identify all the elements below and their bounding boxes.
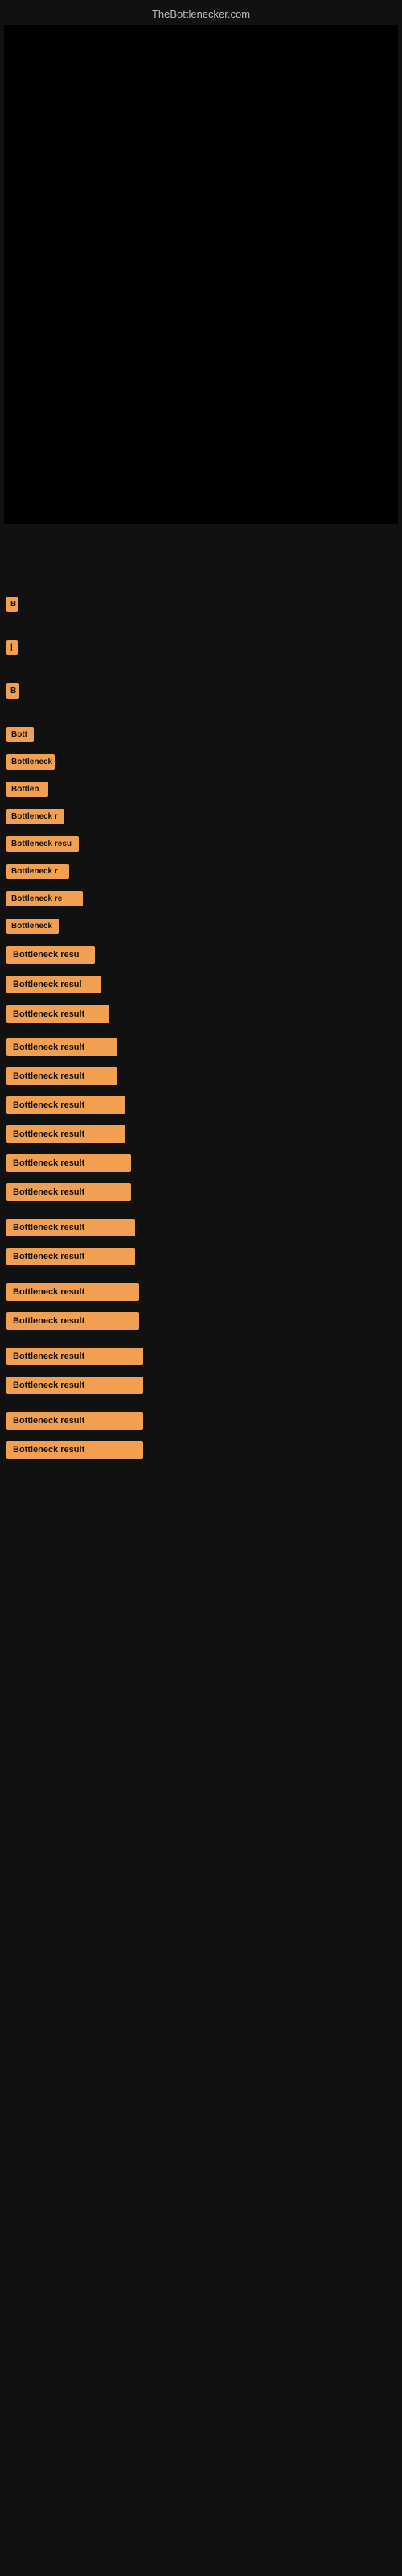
result-row-bottleneck-r: Bottleneck r [6, 809, 396, 828]
result-row-bottleneck-resu: Bottleneck resu [6, 836, 396, 856]
bottleneck-label-p2: Bottlen [6, 782, 48, 797]
bottleneck-label-7[interactable]: Bottleneck result [6, 1219, 135, 1236]
bottleneck-label-3[interactable]: Bottleneck result [6, 1096, 125, 1114]
bottleneck-label-9[interactable]: Bottleneck result [6, 1283, 139, 1301]
bottleneck-label-tiny1: B [6, 597, 18, 612]
bottleneck-label-12[interactable]: Bottleneck result [6, 1377, 143, 1394]
result-row-bottleneck-re: Bottleneck re [6, 891, 396, 910]
bottleneck-label-2[interactable]: Bottleneck result [6, 1067, 117, 1085]
result-row-10: Bottleneck result [6, 1312, 396, 1330]
bottleneck-label-1[interactable]: Bottleneck result [6, 1038, 117, 1056]
bottleneck-label-p3: Bottleneck r [6, 809, 64, 824]
results-section: B | B Bott Bottleneck Bottlen Bottleneck… [0, 524, 402, 1470]
result-row-4: Bottleneck result [6, 1125, 396, 1143]
bottleneck-label-tiny3: B [6, 683, 19, 699]
bottleneck-label-full3[interactable]: Bottleneck result [6, 1005, 109, 1023]
result-row-6: Bottleneck result [6, 1183, 396, 1201]
bottleneck-label-p4: Bottleneck resu [6, 836, 79, 852]
bottleneck-label-8[interactable]: Bottleneck result [6, 1248, 135, 1265]
bottleneck-label-tiny2: | [6, 640, 18, 655]
bottleneck-label-10[interactable]: Bottleneck result [6, 1312, 139, 1330]
result-row-14: Bottleneck result [6, 1441, 396, 1459]
bottleneck-label-p5: Bottleneck r [6, 864, 69, 879]
bottleneck-label-full1[interactable]: Bottleneck resu [6, 946, 95, 964]
result-row-2: Bottleneck result [6, 1067, 396, 1085]
result-row-11: Bottleneck result [6, 1348, 396, 1365]
result-row-1: Bottleneck result [6, 1038, 396, 1056]
result-row-full2: Bottleneck resul [6, 976, 396, 997]
bottleneck-label-11[interactable]: Bottleneck result [6, 1348, 143, 1365]
bottleneck-label-13[interactable]: Bottleneck result [6, 1412, 143, 1430]
result-row-full3: Bottleneck result [6, 1005, 396, 1027]
result-row-bottleneck-r2: Bottleneck r [6, 864, 396, 883]
result-row-7: Bottleneck result [6, 1219, 396, 1236]
bottleneck-label-p1: Bottleneck [6, 754, 55, 770]
result-row-3: Bottleneck result [6, 1096, 396, 1114]
result-row-bottlen: Bottlen [6, 782, 396, 801]
result-row-tiny2: | [6, 640, 396, 659]
result-row-tiny1: B [6, 597, 396, 616]
result-row-12: Bottleneck result [6, 1377, 396, 1394]
result-row-5: Bottleneck result [6, 1154, 396, 1172]
result-row-full1: Bottleneck resu [6, 946, 396, 968]
result-row-13: Bottleneck result [6, 1412, 396, 1430]
page-wrapper: TheBottlenecker.com B | B Bott Bottlenec… [0, 0, 402, 2576]
result-row-bottleneck1: Bottleneck [6, 754, 396, 774]
bottleneck-label-p7: Bottleneck [6, 919, 59, 934]
bottleneck-label-bott: Bott [6, 727, 34, 742]
result-row-tiny3: B [6, 683, 396, 703]
bottleneck-label-full2[interactable]: Bottleneck resul [6, 976, 101, 993]
result-row-bottleneck-full1: Bottleneck [6, 919, 396, 938]
main-chart-area [4, 25, 398, 524]
site-title: TheBottlenecker.com [0, 0, 402, 25]
result-row-8: Bottleneck result [6, 1248, 396, 1265]
bottleneck-label-14[interactable]: Bottleneck result [6, 1441, 143, 1459]
bottleneck-label-p6: Bottleneck re [6, 891, 83, 906]
bottleneck-label-5[interactable]: Bottleneck result [6, 1154, 131, 1172]
bottleneck-label-6[interactable]: Bottleneck result [6, 1183, 131, 1201]
result-row-bott: Bott [6, 727, 396, 746]
bottleneck-label-4[interactable]: Bottleneck result [6, 1125, 125, 1143]
result-row-9: Bottleneck result [6, 1283, 396, 1301]
